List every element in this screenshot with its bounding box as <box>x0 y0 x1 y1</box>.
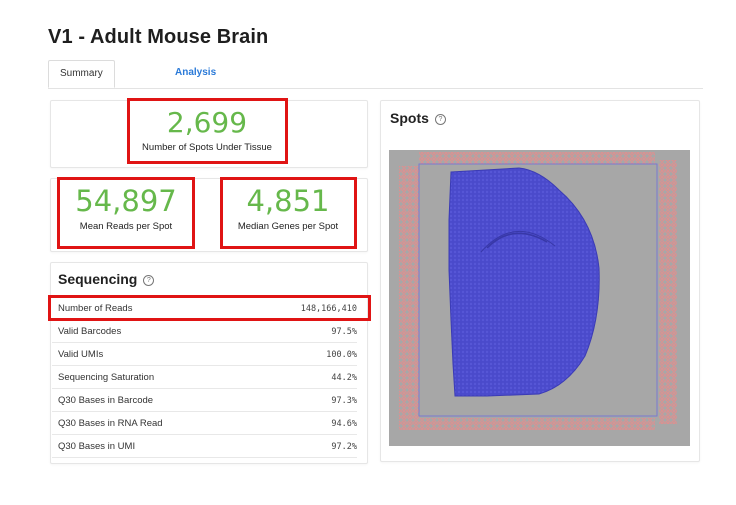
spot-frame-left <box>399 166 419 430</box>
sequencing-metric-label: Q30 Bases in Barcode <box>58 395 154 406</box>
sequencing-title: Sequencing? <box>58 271 155 287</box>
table-row: Q30 Bases in UMI 97.2% <box>52 435 357 458</box>
table-row: Valid Barcodes 97.5% <box>52 320 357 343</box>
highlight-box-number-of-reads <box>48 295 371 321</box>
spots-title: Spots? <box>390 110 446 126</box>
sequencing-metric-label: Valid Barcodes <box>58 326 122 337</box>
sequencing-title-text: Sequencing <box>58 271 138 287</box>
question-circle-icon[interactable]: ? <box>143 274 155 286</box>
spot-frame-right <box>659 160 677 424</box>
spot-frame-bottom <box>419 418 655 430</box>
sequencing-metric-value: 97.5% <box>331 327 357 337</box>
highlight-box-mean-reads <box>57 177 195 249</box>
sequencing-metric-value: 100.0% <box>326 350 357 360</box>
sequencing-metric-label: Valid UMIs <box>58 349 104 360</box>
highlight-box-median-genes <box>220 177 357 249</box>
tab-analysis[interactable]: Analysis <box>164 60 227 88</box>
tab-bar: Summary Analysis <box>48 60 703 89</box>
sequencing-metric-label: Q30 Bases in UMI <box>58 441 136 452</box>
page-title: V1 - Adult Mouse Brain <box>48 26 269 48</box>
table-row: Q30 Bases in RNA Read 94.6% <box>52 412 357 435</box>
highlight-box-spots-under-tissue <box>127 98 288 164</box>
spots-title-text: Spots <box>390 110 429 126</box>
spot-frame-top <box>419 152 655 164</box>
question-circle-icon[interactable]: ? <box>434 113 446 125</box>
sequencing-metric-value: 94.6% <box>331 419 357 429</box>
table-row: Valid UMIs 100.0% <box>52 343 357 366</box>
sequencing-metric-value: 44.2% <box>331 373 357 383</box>
sequencing-metric-label: Q30 Bases in RNA Read <box>58 418 163 429</box>
table-row: Q30 Bases in Barcode 97.3% <box>52 389 357 412</box>
tab-summary[interactable]: Summary <box>48 60 115 88</box>
table-row: Sequencing Saturation 44.2% <box>52 366 357 389</box>
sequencing-metric-label: Sequencing Saturation <box>58 372 155 383</box>
sequencing-metric-value: 97.2% <box>331 442 357 452</box>
sequencing-metric-value: 97.3% <box>331 396 357 406</box>
spots-tissue-image[interactable] <box>389 150 690 446</box>
